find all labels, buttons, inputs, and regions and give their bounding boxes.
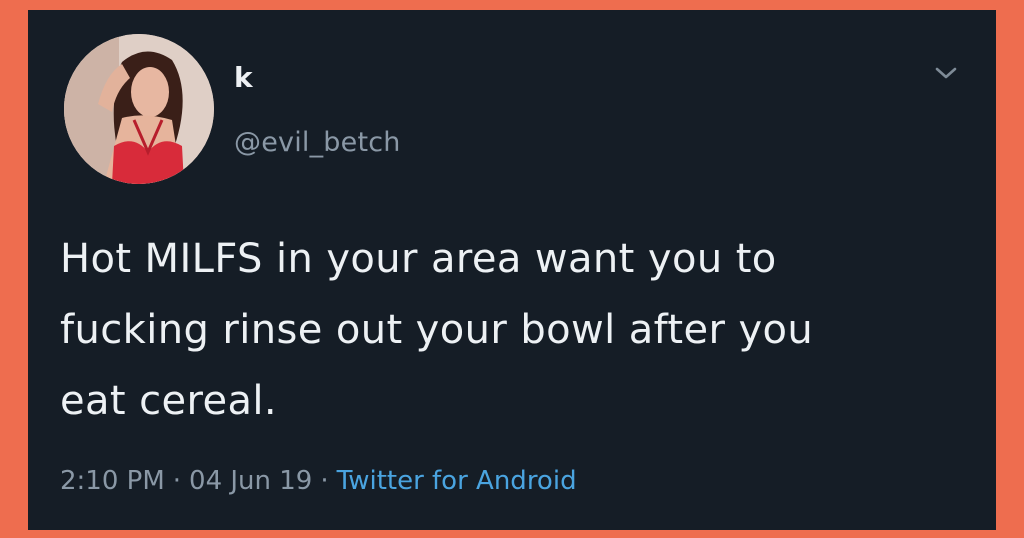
avatar-photo [64, 34, 214, 184]
display-name[interactable]: k [234, 64, 253, 92]
tweet-card: k @evil_betch Hot MILFS in your area wan… [28, 10, 996, 530]
meta-separator: · [320, 466, 329, 496]
tweet-source-link[interactable]: Twitter for Android [337, 466, 577, 496]
tweet-text-line: fucking rinse out your bowl after you [60, 307, 814, 353]
tweet-metadata: 2:10 PM · 04 Jun 19 · Twitter for Android [60, 468, 577, 494]
avatar[interactable] [64, 34, 214, 184]
user-handle[interactable]: @evil_betch [234, 129, 401, 156]
tweet-text: Hot MILFS in your area want you to fucki… [60, 224, 960, 437]
meta-separator: · [172, 466, 182, 496]
tweet-text-line: eat cereal. [60, 378, 278, 424]
tweet-menu-button[interactable] [931, 62, 961, 84]
tweet-date[interactable]: 04 Jun 19 [189, 466, 312, 496]
tweet-text-line: Hot MILFS in your area want you to [60, 236, 777, 282]
tweet-time[interactable]: 2:10 PM [60, 466, 165, 496]
chevron-down-icon [935, 67, 957, 79]
